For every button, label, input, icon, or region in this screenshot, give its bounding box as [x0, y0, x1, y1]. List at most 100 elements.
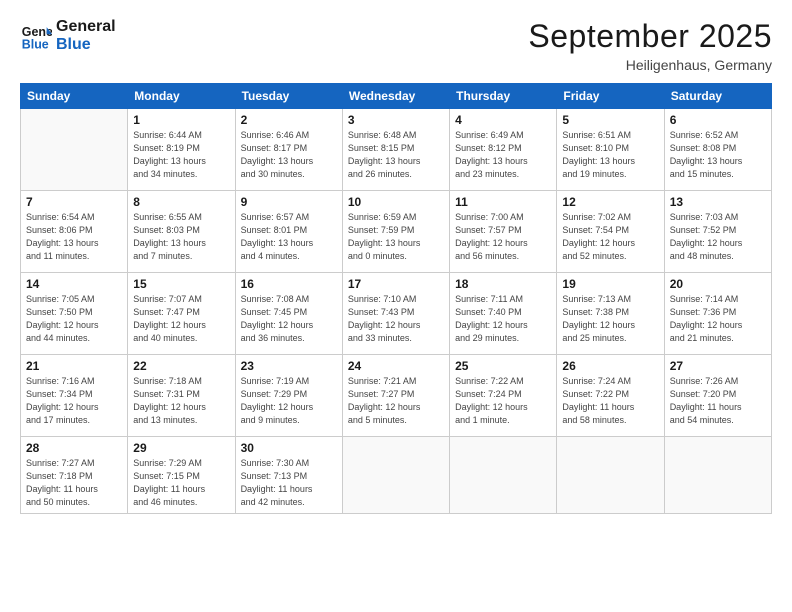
day-number: 13 [670, 195, 766, 209]
calendar-cell [21, 109, 128, 191]
calendar-cell: 18 Sunrise: 7:11 AM Sunset: 7:40 PM Dayli… [450, 273, 557, 355]
header-wednesday: Wednesday [342, 84, 449, 109]
header-sunday: Sunday [21, 84, 128, 109]
day-info: Sunrise: 7:21 AM Sunset: 7:27 PM Dayligh… [348, 375, 444, 427]
day-info: Sunrise: 7:13 AM Sunset: 7:38 PM Dayligh… [562, 293, 658, 345]
page-header: General Blue General Blue September 2025… [20, 18, 772, 73]
calendar-cell: 23 Sunrise: 7:19 AM Sunset: 7:29 PM Dayli… [235, 355, 342, 437]
calendar-cell: 7Sunrise: 6:54 AM Sunset: 8:06 PM Daylig… [21, 191, 128, 273]
calendar-cell: 11 Sunrise: 7:00 AM Sunset: 7:57 PM Dayli… [450, 191, 557, 273]
header-thursday: Thursday [450, 84, 557, 109]
calendar-cell: 17Sunrise: 7:10 AM Sunset: 7:43 PM Dayli… [342, 273, 449, 355]
header-friday: Friday [557, 84, 664, 109]
calendar-cell: 16 Sunrise: 7:08 AM Sunset: 7:45 PM Dayli… [235, 273, 342, 355]
day-number: 21 [26, 359, 122, 373]
weekday-header-row: Sunday Monday Tuesday Wednesday Thursday… [21, 84, 772, 109]
calendar-cell: 4 Sunrise: 6:49 AM Sunset: 8:12 PM Daylig… [450, 109, 557, 191]
day-number: 22 [133, 359, 229, 373]
day-number: 2 [241, 113, 337, 127]
day-number: 11 [455, 195, 551, 209]
calendar-cell: 27Sunrise: 7:26 AM Sunset: 7:20 PM Dayli… [664, 355, 771, 437]
title-block: September 2025 Heiligenhaus, Germany [528, 18, 772, 73]
calendar-cell: 29 Sunrise: 7:29 AM Sunset: 7:15 PM Dayli… [128, 437, 235, 514]
day-number: 9 [241, 195, 337, 209]
day-info: Sunrise: 7:24 AM Sunset: 7:22 PM Dayligh… [562, 375, 658, 427]
day-info: Sunrise: 7:30 AM Sunset: 7:13 PM Dayligh… [241, 457, 337, 509]
calendar-cell: 1 Sunrise: 6:44 AM Sunset: 8:19 PM Daylig… [128, 109, 235, 191]
calendar-cell: 24 Sunrise: 7:21 AM Sunset: 7:27 PM Dayli… [342, 355, 449, 437]
calendar-cell: 21 Sunrise: 7:16 AM Sunset: 7:34 PM Dayli… [21, 355, 128, 437]
day-info: Sunrise: 6:48 AM Sunset: 8:15 PM Dayligh… [348, 129, 444, 181]
calendar-cell: 5 Sunrise: 6:51 AM Sunset: 8:10 PM Daylig… [557, 109, 664, 191]
day-number: 6 [670, 113, 766, 127]
header-monday: Monday [128, 84, 235, 109]
day-info: Sunrise: 6:49 AM Sunset: 8:12 PM Dayligh… [455, 129, 551, 181]
logo: General Blue General Blue [20, 18, 116, 55]
calendar-cell: 12Sunrise: 7:02 AM Sunset: 7:54 PM Dayli… [557, 191, 664, 273]
calendar-cell [557, 437, 664, 514]
day-info: Sunrise: 7:16 AM Sunset: 7:34 PM Dayligh… [26, 375, 122, 427]
logo-line2: Blue [56, 36, 116, 54]
calendar-cell: 25Sunrise: 7:22 AM Sunset: 7:24 PM Dayli… [450, 355, 557, 437]
calendar-cell: 22 Sunrise: 7:18 AM Sunset: 7:31 PM Dayli… [128, 355, 235, 437]
calendar-cell: 19 Sunrise: 7:13 AM Sunset: 7:38 PM Dayli… [557, 273, 664, 355]
day-number: 25 [455, 359, 551, 373]
calendar-cell: 30 Sunrise: 7:30 AM Sunset: 7:13 PM Dayli… [235, 437, 342, 514]
day-info: Sunrise: 7:10 AM Sunset: 7:43 PM Dayligh… [348, 293, 444, 345]
day-number: 4 [455, 113, 551, 127]
calendar-cell [342, 437, 449, 514]
day-info: Sunrise: 6:51 AM Sunset: 8:10 PM Dayligh… [562, 129, 658, 181]
calendar-cell: 28 Sunrise: 7:27 AM Sunset: 7:18 PM Dayli… [21, 437, 128, 514]
day-info: Sunrise: 6:54 AM Sunset: 8:06 PM Dayligh… [26, 211, 122, 263]
header-tuesday: Tuesday [235, 84, 342, 109]
day-info: Sunrise: 6:59 AM Sunset: 7:59 PM Dayligh… [348, 211, 444, 263]
day-number: 28 [26, 441, 122, 455]
day-info: Sunrise: 6:55 AM Sunset: 8:03 PM Dayligh… [133, 211, 229, 263]
calendar-cell: 10 Sunrise: 6:59 AM Sunset: 7:59 PM Dayli… [342, 191, 449, 273]
calendar-cell: 2 Sunrise: 6:46 AM Sunset: 8:17 PM Daylig… [235, 109, 342, 191]
calendar-cell: 13 Sunrise: 7:03 AM Sunset: 7:52 PM Dayli… [664, 191, 771, 273]
day-info: Sunrise: 7:07 AM Sunset: 7:47 PM Dayligh… [133, 293, 229, 345]
calendar-cell: 3 Sunrise: 6:48 AM Sunset: 8:15 PM Daylig… [342, 109, 449, 191]
day-number: 24 [348, 359, 444, 373]
day-info: Sunrise: 6:44 AM Sunset: 8:19 PM Dayligh… [133, 129, 229, 181]
day-number: 1 [133, 113, 229, 127]
day-info: Sunrise: 6:46 AM Sunset: 8:17 PM Dayligh… [241, 129, 337, 181]
calendar-cell: 15 Sunrise: 7:07 AM Sunset: 7:47 PM Dayli… [128, 273, 235, 355]
day-number: 14 [26, 277, 122, 291]
day-info: Sunrise: 7:27 AM Sunset: 7:18 PM Dayligh… [26, 457, 122, 509]
day-info: Sunrise: 7:00 AM Sunset: 7:57 PM Dayligh… [455, 211, 551, 263]
day-info: Sunrise: 7:03 AM Sunset: 7:52 PM Dayligh… [670, 211, 766, 263]
day-info: Sunrise: 6:52 AM Sunset: 8:08 PM Dayligh… [670, 129, 766, 181]
calendar-cell: 9 Sunrise: 6:57 AM Sunset: 8:01 PM Daylig… [235, 191, 342, 273]
day-number: 20 [670, 277, 766, 291]
day-number: 15 [133, 277, 229, 291]
logo-icon: General Blue [20, 20, 52, 52]
day-number: 3 [348, 113, 444, 127]
day-number: 30 [241, 441, 337, 455]
day-number: 19 [562, 277, 658, 291]
day-number: 29 [133, 441, 229, 455]
day-info: Sunrise: 7:08 AM Sunset: 7:45 PM Dayligh… [241, 293, 337, 345]
calendar-cell: 14 Sunrise: 7:05 AM Sunset: 7:50 PM Dayli… [21, 273, 128, 355]
day-number: 23 [241, 359, 337, 373]
day-number: 8 [133, 195, 229, 209]
calendar-cell [664, 437, 771, 514]
day-info: Sunrise: 7:18 AM Sunset: 7:31 PM Dayligh… [133, 375, 229, 427]
day-number: 18 [455, 277, 551, 291]
day-number: 26 [562, 359, 658, 373]
day-number: 10 [348, 195, 444, 209]
calendar-cell: 8 Sunrise: 6:55 AM Sunset: 8:03 PM Daylig… [128, 191, 235, 273]
day-info: Sunrise: 7:29 AM Sunset: 7:15 PM Dayligh… [133, 457, 229, 509]
day-number: 5 [562, 113, 658, 127]
day-info: Sunrise: 7:11 AM Sunset: 7:40 PM Dayligh… [455, 293, 551, 345]
day-info: Sunrise: 7:05 AM Sunset: 7:50 PM Dayligh… [26, 293, 122, 345]
svg-text:Blue: Blue [22, 38, 49, 52]
logo-line1: General [56, 18, 116, 36]
day-info: Sunrise: 6:57 AM Sunset: 8:01 PM Dayligh… [241, 211, 337, 263]
day-info: Sunrise: 7:02 AM Sunset: 7:54 PM Dayligh… [562, 211, 658, 263]
day-info: Sunrise: 7:19 AM Sunset: 7:29 PM Dayligh… [241, 375, 337, 427]
header-saturday: Saturday [664, 84, 771, 109]
day-number: 16 [241, 277, 337, 291]
calendar-cell [450, 437, 557, 514]
